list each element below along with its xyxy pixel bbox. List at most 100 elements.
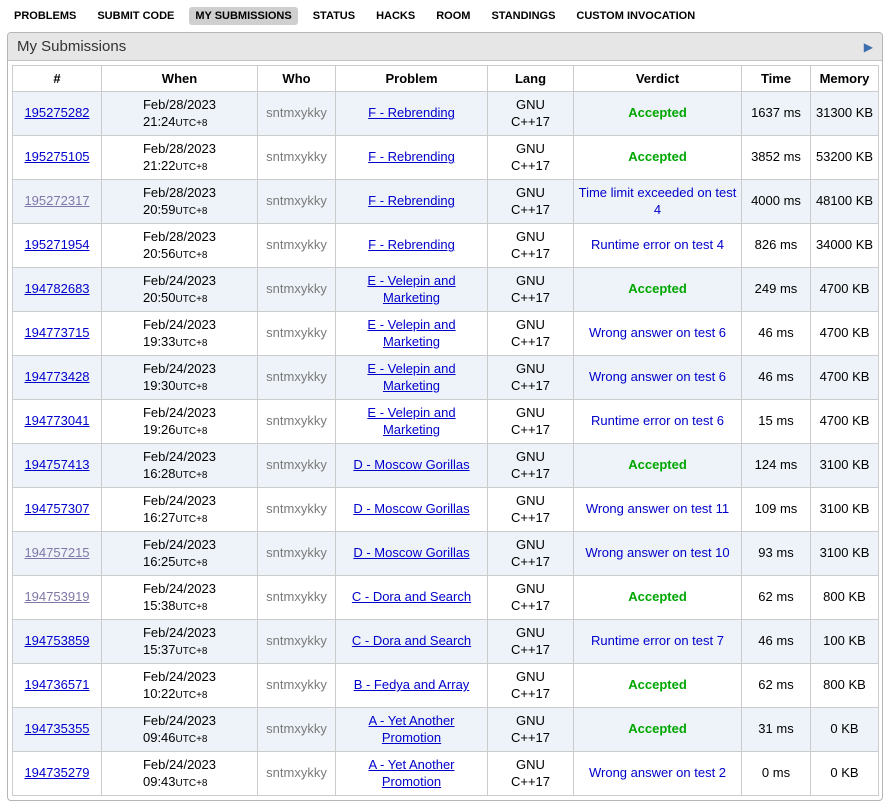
submission-id-link[interactable]: 194773428 bbox=[24, 369, 89, 384]
submission-id-link[interactable]: 194757413 bbox=[24, 457, 89, 472]
lang-cell: GNU C++17 bbox=[488, 224, 574, 268]
problem-link[interactable]: D - Moscow Gorillas bbox=[353, 501, 469, 516]
id-cell: 195271954 bbox=[13, 224, 102, 268]
submission-id-link[interactable]: 194736571 bbox=[24, 677, 89, 692]
submission-id-link[interactable]: 194773715 bbox=[24, 325, 89, 340]
submission-id-link[interactable]: 194757215 bbox=[24, 545, 89, 560]
verdict-cell: Accepted bbox=[574, 136, 742, 180]
problem-link[interactable]: E - Velepin and Marketing bbox=[367, 317, 455, 348]
username: sntmxykky bbox=[266, 765, 327, 780]
nav-problems[interactable]: PROBLEMS bbox=[8, 7, 82, 25]
lang-cell: GNU C++17 bbox=[488, 708, 574, 752]
time-cell: 0 ms bbox=[742, 752, 811, 796]
submission-datetime: Feb/24/202320:50UTC+8 bbox=[143, 273, 216, 307]
problem-link[interactable]: A - Yet Another Promotion bbox=[368, 713, 454, 744]
submission-id-link[interactable]: 195275282 bbox=[24, 105, 89, 120]
my-submissions-panel: My Submissions ▶ #WhenWhoProblemLangVerd… bbox=[7, 32, 883, 801]
problem-link[interactable]: F - Rebrending bbox=[368, 237, 455, 252]
username: sntmxykky bbox=[266, 237, 327, 252]
time-cell: 124 ms bbox=[742, 444, 811, 488]
timezone-label: UTC+8 bbox=[176, 690, 208, 701]
memory-cell: 4700 KB bbox=[811, 356, 879, 400]
id-cell: 194773715 bbox=[13, 312, 102, 356]
when-cell: Feb/24/202315:37UTC+8 bbox=[102, 620, 258, 664]
column-header-who: Who bbox=[258, 66, 336, 92]
submission-datetime: Feb/24/202319:33UTC+8 bbox=[143, 317, 216, 351]
submission-id-link[interactable]: 194735279 bbox=[24, 765, 89, 780]
when-cell: Feb/24/202310:22UTC+8 bbox=[102, 664, 258, 708]
column-header-verdict: Verdict bbox=[574, 66, 742, 92]
verdict-cell: Accepted bbox=[574, 708, 742, 752]
memory-cell: 0 KB bbox=[811, 752, 879, 796]
problem-link[interactable]: F - Rebrending bbox=[368, 193, 455, 208]
problem-link[interactable]: F - Rebrending bbox=[368, 149, 455, 164]
when-cell: Feb/28/202320:59UTC+8 bbox=[102, 180, 258, 224]
submission-id-link[interactable]: 194735355 bbox=[24, 721, 89, 736]
username: sntmxykky bbox=[266, 369, 327, 384]
problem-link[interactable]: E - Velepin and Marketing bbox=[367, 273, 455, 304]
nav-custom-invocation[interactable]: CUSTOM INVOCATION bbox=[570, 7, 701, 25]
problem-link[interactable]: B - Fedya and Array bbox=[354, 677, 470, 692]
nav-my-submissions[interactable]: MY SUBMISSIONS bbox=[189, 7, 297, 25]
problem-cell: B - Fedya and Array bbox=[336, 664, 488, 708]
submission-id-link[interactable]: 195271954 bbox=[24, 237, 89, 252]
panel-body: #WhenWhoProblemLangVerdictTimeMemory 195… bbox=[8, 61, 882, 800]
submission-id-link[interactable]: 194753859 bbox=[24, 633, 89, 648]
problem-link[interactable]: D - Moscow Gorillas bbox=[353, 545, 469, 560]
who-cell: sntmxykky bbox=[258, 356, 336, 400]
language-label: GNU C++17 bbox=[506, 273, 556, 307]
lang-cell: GNU C++17 bbox=[488, 620, 574, 664]
who-cell: sntmxykky bbox=[258, 312, 336, 356]
column-header-id: # bbox=[13, 66, 102, 92]
column-header-time: Time bbox=[742, 66, 811, 92]
nav-status[interactable]: STATUS bbox=[307, 7, 361, 25]
language-label: GNU C++17 bbox=[506, 405, 556, 439]
problem-link[interactable]: F - Rebrending bbox=[368, 105, 455, 120]
submission-id-link[interactable]: 194773041 bbox=[24, 413, 89, 428]
problem-link[interactable]: A - Yet Another Promotion bbox=[368, 757, 454, 788]
memory-cell: 100 KB bbox=[811, 620, 879, 664]
verdict-cell: Accepted bbox=[574, 268, 742, 312]
submission-row: 194757215Feb/24/202316:25UTC+8sntmxykkyD… bbox=[13, 532, 879, 576]
username: sntmxykky bbox=[266, 721, 327, 736]
verdict-cell: Wrong answer on test 11 bbox=[574, 488, 742, 532]
who-cell: sntmxykky bbox=[258, 92, 336, 136]
timezone-label: UTC+8 bbox=[176, 294, 208, 305]
memory-cell: 800 KB bbox=[811, 664, 879, 708]
timezone-label: UTC+8 bbox=[176, 250, 208, 261]
submission-datetime: Feb/24/202316:27UTC+8 bbox=[143, 493, 216, 527]
submission-row: 194757307Feb/24/202316:27UTC+8sntmxykkyD… bbox=[13, 488, 879, 532]
problem-cell: E - Velepin and Marketing bbox=[336, 268, 488, 312]
problem-link[interactable]: C - Dora and Search bbox=[352, 589, 471, 604]
nav-standings[interactable]: STANDINGS bbox=[485, 7, 561, 25]
submission-id-link[interactable]: 194757307 bbox=[24, 501, 89, 516]
nav-submit-code[interactable]: SUBMIT CODE bbox=[91, 7, 180, 25]
submission-datetime: Feb/24/202309:43UTC+8 bbox=[143, 757, 216, 791]
time-cell: 3852 ms bbox=[742, 136, 811, 180]
timezone-label: UTC+8 bbox=[176, 558, 208, 569]
submission-datetime: Feb/28/202321:22UTC+8 bbox=[143, 141, 216, 175]
submission-id-link[interactable]: 194753919 bbox=[24, 589, 89, 604]
verdict-cell: Accepted bbox=[574, 444, 742, 488]
expand-arrow-icon[interactable]: ▶ bbox=[864, 41, 873, 53]
submission-id-link[interactable]: 195272317 bbox=[24, 193, 89, 208]
problem-link[interactable]: C - Dora and Search bbox=[352, 633, 471, 648]
lang-cell: GNU C++17 bbox=[488, 576, 574, 620]
verdict-text: Accepted bbox=[628, 281, 687, 296]
panel-caption: My Submissions ▶ bbox=[8, 33, 882, 61]
contest-nav: PROBLEMS SUBMIT CODE MY SUBMISSIONS STATUS H… bbox=[0, 0, 890, 30]
problem-link[interactable]: E - Velepin and Marketing bbox=[367, 361, 455, 392]
username: sntmxykky bbox=[266, 633, 327, 648]
lang-cell: GNU C++17 bbox=[488, 312, 574, 356]
submission-row: 195275282Feb/28/202321:24UTC+8sntmxykkyF… bbox=[13, 92, 879, 136]
submission-id-link[interactable]: 195275105 bbox=[24, 149, 89, 164]
lang-cell: GNU C++17 bbox=[488, 268, 574, 312]
problem-link[interactable]: D - Moscow Gorillas bbox=[353, 457, 469, 472]
problem-cell: D - Moscow Gorillas bbox=[336, 532, 488, 576]
verdict-text: Wrong answer on test 11 bbox=[586, 501, 729, 516]
problem-link[interactable]: E - Velepin and Marketing bbox=[367, 405, 455, 436]
nav-room[interactable]: ROOM bbox=[430, 7, 476, 25]
when-cell: Feb/24/202319:30UTC+8 bbox=[102, 356, 258, 400]
submission-id-link[interactable]: 194782683 bbox=[24, 281, 89, 296]
nav-hacks[interactable]: HACKS bbox=[370, 7, 421, 25]
